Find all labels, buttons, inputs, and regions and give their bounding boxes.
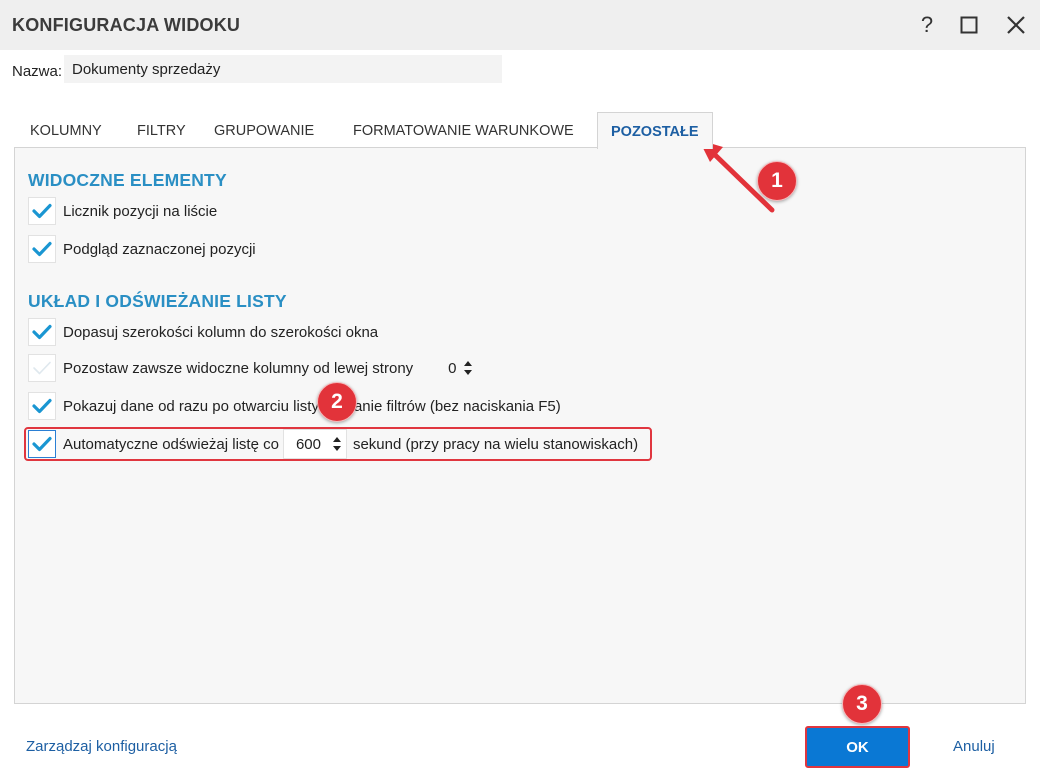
tab-grupowanie[interactable]: GRUPOWANIE bbox=[214, 112, 314, 148]
option-label: Automatyczne odświeżaj listę co bbox=[63, 435, 279, 453]
checkmark-icon bbox=[32, 241, 52, 257]
tab-filtry[interactable]: FILTRY bbox=[137, 112, 186, 148]
checkbox-item-counter[interactable] bbox=[28, 197, 56, 225]
manage-configuration-link[interactable]: Zarządzaj konfiguracją bbox=[26, 738, 177, 755]
checkbox-load-immediately[interactable] bbox=[28, 392, 56, 420]
option-label: Podgląd zaznaczonej pozycji bbox=[63, 240, 256, 258]
section-heading-layout: UKŁAD I ODŚWIEŻANIE LISTY bbox=[28, 291, 287, 311]
option-row: Pozostaw zawsze widoczne kolumny od lewe… bbox=[28, 353, 473, 383]
checkbox-auto-refresh[interactable] bbox=[28, 430, 56, 458]
ok-button[interactable]: OK bbox=[805, 726, 910, 768]
checkmark-icon bbox=[32, 324, 52, 340]
tab-bar: KOLUMNY FILTRY GRUPOWANIE FORMATOWANIE W… bbox=[14, 112, 1026, 149]
frozen-columns-stepper[interactable]: 0 bbox=[448, 359, 472, 377]
annotation-badge-1: 1 bbox=[757, 161, 797, 201]
option-row: Podgląd zaznaczonej pozycji bbox=[28, 234, 256, 264]
settings-panel: WIDOCZNE ELEMENTY Licznik pozycji na liś… bbox=[14, 147, 1026, 704]
section-heading-visible: WIDOCZNE ELEMENTY bbox=[28, 170, 227, 190]
refresh-interval-value: 600 bbox=[295, 435, 321, 453]
checkmark-icon bbox=[32, 398, 52, 414]
cancel-link[interactable]: Anuluj bbox=[953, 738, 995, 755]
maximize-icon[interactable] bbox=[954, 10, 984, 40]
annotation-badge-3: 3 bbox=[842, 684, 882, 724]
tab-formatowanie-warunkowe[interactable]: FORMATOWANIE WARUNKOWE bbox=[353, 112, 574, 148]
name-input[interactable] bbox=[64, 55, 502, 83]
close-icon[interactable] bbox=[1001, 10, 1031, 40]
option-label: Pozostaw zawsze widoczne kolumny od lewe… bbox=[63, 359, 414, 377]
option-label: Licznik pozycji na liście bbox=[63, 202, 218, 220]
option-row: Licznik pozycji na liście bbox=[28, 196, 217, 226]
annotation-badge-2: 2 bbox=[317, 382, 357, 422]
spin-arrows-icon[interactable] bbox=[332, 435, 342, 453]
checkbox-fit-columns[interactable] bbox=[28, 318, 56, 346]
tab-kolumny[interactable]: KOLUMNY bbox=[30, 112, 102, 148]
name-label: Nazwa: bbox=[12, 63, 63, 80]
window-title: KONFIGURACJA WIDOKU bbox=[12, 15, 241, 35]
option-label: Pokazuj dane od razu po otwarciu listy i… bbox=[63, 397, 561, 415]
checkbox-frozen-columns[interactable] bbox=[28, 354, 56, 382]
option-row: Pokazuj dane od razu po otwarciu listy i… bbox=[28, 391, 561, 421]
checkbox-preview[interactable] bbox=[28, 235, 56, 263]
spin-arrows-icon[interactable] bbox=[463, 359, 473, 377]
frozen-columns-value: 0 bbox=[448, 359, 457, 377]
refresh-interval-stepper[interactable]: 600 bbox=[282, 429, 347, 459]
option-row: Dopasuj szerokości kolumn do szerokości … bbox=[28, 317, 378, 347]
help-icon[interactable]: ? bbox=[912, 10, 942, 40]
tab-pozostale[interactable]: POZOSTAŁE bbox=[597, 112, 713, 149]
option-row: Automatyczne odświeżaj listę co 600 seku… bbox=[28, 429, 638, 459]
title-bar: KONFIGURACJA WIDOKU ? bbox=[0, 0, 1040, 50]
checkmark-icon bbox=[32, 203, 52, 219]
refresh-interval-suffix: sekund (przy pracy na wielu stanowiskach… bbox=[352, 435, 639, 453]
option-label: Dopasuj szerokości kolumn do szerokości … bbox=[63, 323, 379, 341]
checkmark-icon bbox=[33, 361, 51, 375]
checkmark-icon bbox=[32, 436, 52, 452]
